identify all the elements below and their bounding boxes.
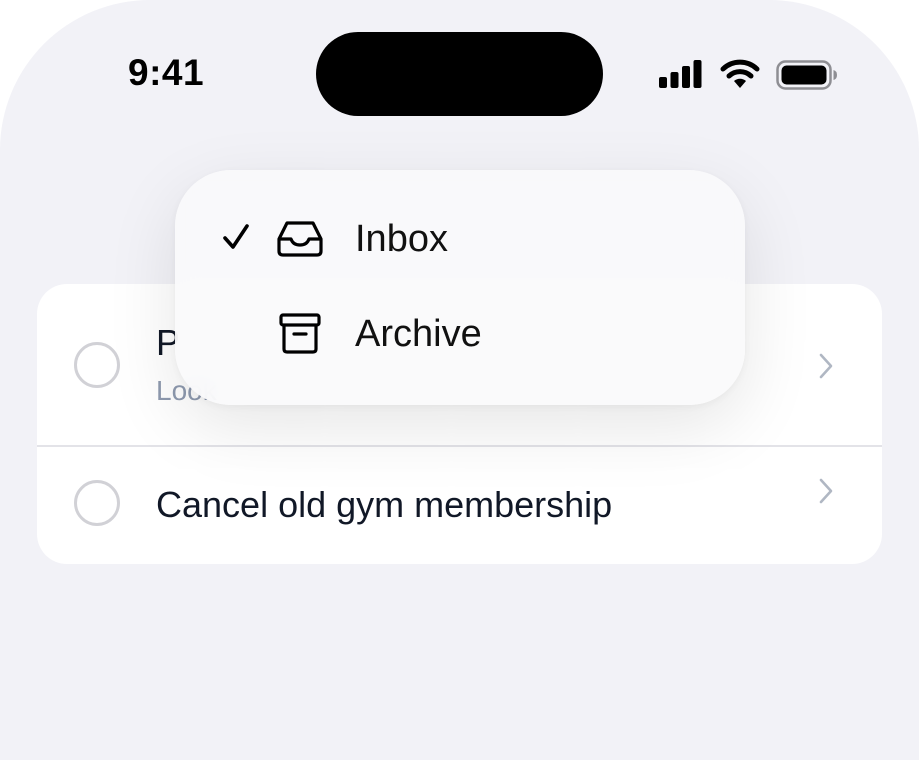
menu-item-label: Archive (355, 313, 482, 355)
signal-icon (658, 58, 704, 92)
status-time: 9:41 (128, 52, 205, 93)
complete-toggle[interactable] (74, 342, 120, 388)
archive-icon (278, 311, 322, 355)
dynamic-island (316, 32, 603, 116)
wifi-icon (719, 59, 761, 91)
chevron-right-icon (818, 477, 834, 505)
task-title: Cancel old gym membership (156, 484, 613, 525)
menu-item-archive[interactable]: Archive (175, 291, 745, 381)
status-icons (658, 58, 840, 92)
checkmark-icon (222, 222, 250, 252)
battery-icon (776, 59, 838, 91)
menu-item-label: Inbox (355, 218, 448, 260)
mailbox-menu: Inbox Archive (175, 170, 745, 405)
phone-screen: 9:41 P Look Cancel old gym membership In… (0, 0, 919, 760)
menu-item-inbox[interactable]: Inbox (175, 195, 745, 285)
complete-toggle[interactable] (74, 480, 120, 526)
chevron-right-icon (818, 352, 834, 380)
inbox-icon (276, 219, 324, 259)
task-row[interactable]: Cancel old gym membership (37, 447, 882, 564)
